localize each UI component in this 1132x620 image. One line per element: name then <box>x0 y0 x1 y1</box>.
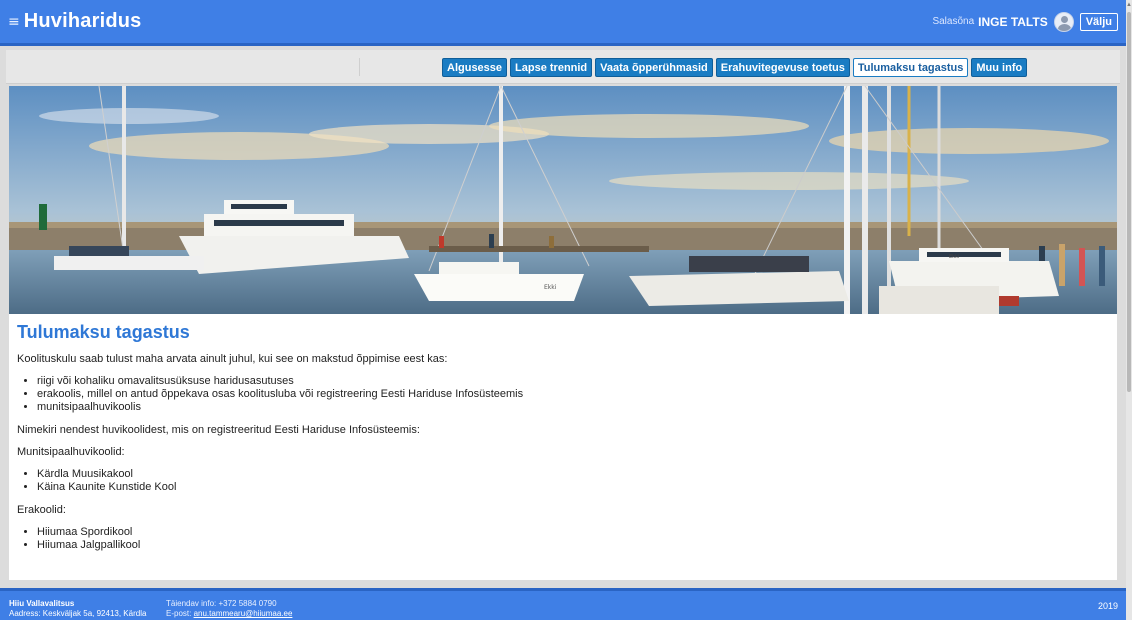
breakwater-top <box>9 222 1117 228</box>
main-nav: Algusesse Lapse trennid Vaata õpperühmas… <box>442 58 1028 77</box>
cloud <box>489 114 809 138</box>
footer: Hiiu Vallavalitsus Aadress: Keskväljak 5… <box>0 588 1126 620</box>
boat-name: Ekki <box>949 254 959 260</box>
nav-other-info[interactable]: Muu info <box>971 58 1028 77</box>
list-intro-text: Nimekiri nendest huvikoolidest, mis on r… <box>17 424 420 436</box>
boat-cover <box>69 246 129 256</box>
list-item: riigi või kohaliku omavalitsusüksuse har… <box>37 375 1109 388</box>
motor-yacht-window <box>214 220 344 226</box>
person <box>1099 246 1105 286</box>
user-name[interactable]: INGE TALTS <box>978 15 1048 29</box>
municipal-heading: Munitsipaalhuvikoolid: <box>17 446 125 458</box>
sailboat-hull <box>414 274 584 301</box>
footer-year: 2019 <box>1097 601 1118 611</box>
nav-divider <box>359 58 360 76</box>
person <box>439 236 444 248</box>
footer-info: Täiendav info: +372 5884 0790 <box>166 599 277 608</box>
list-item: Hiiumaa Jalgpallikool <box>37 539 1109 552</box>
cloud <box>609 172 969 190</box>
scroll-thumb[interactable] <box>1127 12 1131 392</box>
person <box>549 236 554 248</box>
intro-text: Koolituskulu saab tulust maha arvata ain… <box>17 353 448 365</box>
scroll-up-icon[interactable]: ▲ <box>1126 2 1132 8</box>
list-item: Hiiumaa Spordikool <box>37 526 1109 539</box>
boat-hull <box>879 286 999 314</box>
sailboat-cabin <box>439 262 519 274</box>
pier <box>429 246 649 252</box>
footer-email-link[interactable]: anu.tammearu@hiiumaa.ee <box>194 609 293 618</box>
list-item: Käina Kaunite Kunstide Kool <box>37 481 1109 494</box>
harbor-illustration: Ekki Ekki <box>9 86 1117 314</box>
cloud <box>39 108 219 124</box>
footer-org: Hiiu Vallavalitsus Aadress: Keskväljak 5… <box>9 599 146 619</box>
boat-name: Ekki <box>544 284 557 291</box>
password-link[interactable]: Salasõna <box>932 16 974 27</box>
menu-icon[interactable]: ≡ <box>8 14 20 30</box>
nav-child-trainings[interactable]: Lapse trennid <box>510 58 593 77</box>
page-title: Tulumaksu tagastus <box>17 322 190 342</box>
logout-button[interactable]: Välju <box>1079 12 1118 31</box>
person <box>1059 244 1065 286</box>
private-schools-list: Hiiumaa Spordikool Hiiumaa Jalgpallikool <box>37 526 1109 552</box>
footer-email-label: E-post: <box>166 609 192 618</box>
nav-tax-refund[interactable]: Tulumaksu tagastus <box>852 58 969 77</box>
content-card: Tulumaksu tagastus Koolituskulu saab tul… <box>9 314 1117 580</box>
boat-window <box>927 252 1001 257</box>
boat <box>54 256 204 270</box>
conditions-list: riigi või kohaliku omavalitsusüksuse har… <box>37 375 1109 414</box>
avatar-body <box>1057 23 1071 31</box>
boat-cover <box>689 256 809 272</box>
footer-org-name: Hiiu Vallavalitsus <box>9 599 75 608</box>
nav-home[interactable]: Algusesse <box>442 58 508 77</box>
list-item: Kärdla Muusikakool <box>37 468 1109 481</box>
motor-yacht-window <box>231 204 287 209</box>
nav-private-support[interactable]: Erahuvitegevuse toetus <box>715 58 850 77</box>
cloud <box>829 128 1109 154</box>
person <box>1079 248 1085 286</box>
page-scrollbar[interactable]: ▲ <box>1126 0 1132 620</box>
person <box>489 234 494 248</box>
municipal-schools-list: Kärdla Muusikakool Käina Kaunite Kunstid… <box>37 468 1109 494</box>
brand-title[interactable]: Huviharidus <box>24 10 142 33</box>
footer-contact: Täiendav info: +372 5884 0790 E-post: an… <box>166 599 292 619</box>
footer-email-row: E-post: anu.tammearu@hiiumaa.ee <box>166 609 292 619</box>
user-area: Salasõna INGE TALTS Välju <box>932 11 1118 32</box>
footer-address: Aadress: Keskväljak 5a, 92413, Kärdla <box>9 609 147 618</box>
boat-hull <box>629 271 849 306</box>
hero-harbor-image: Ekki Ekki <box>9 86 1117 314</box>
top-bar: ≡ Huviharidus Salasõna INGE TALTS Välju <box>0 0 1126 46</box>
avatar-icon[interactable] <box>1053 11 1074 32</box>
list-item: munitsipaalhuvikoolis <box>37 401 1109 414</box>
private-heading: Erakoolid: <box>17 504 66 516</box>
avatar-head <box>1060 15 1068 23</box>
nav-study-groups[interactable]: Vaata õpperühmasid <box>595 58 713 77</box>
lighthouse <box>39 204 47 230</box>
list-item: erakoolis, millel on antud õppekava osas… <box>37 388 1109 401</box>
nav-strip: Algusesse Lapse trennid Vaata õpperühmas… <box>6 50 1120 84</box>
